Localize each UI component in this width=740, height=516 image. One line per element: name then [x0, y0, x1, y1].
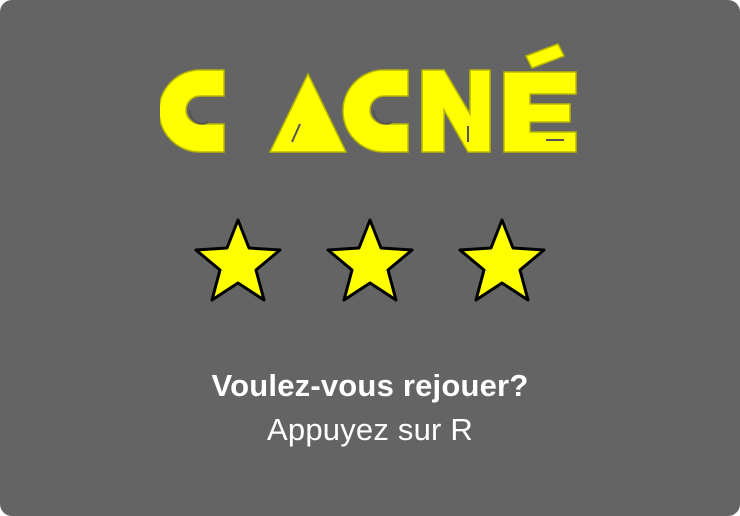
victory-title	[0, 38, 740, 168]
star-rating	[0, 212, 740, 312]
star-icon	[458, 218, 546, 302]
star-icon	[194, 218, 282, 302]
game-over-dialog: Voulez-vous rejouer? Appuyez sur R	[0, 0, 740, 516]
replay-instruction: Appuyez sur R	[267, 412, 473, 447]
replay-prompt: Voulez-vous rejouer? Appuyez sur R	[0, 364, 740, 452]
victory-title-logo	[160, 43, 577, 153]
star-icon	[326, 218, 414, 302]
replay-question: Voulez-vous rejouer?	[211, 368, 529, 403]
